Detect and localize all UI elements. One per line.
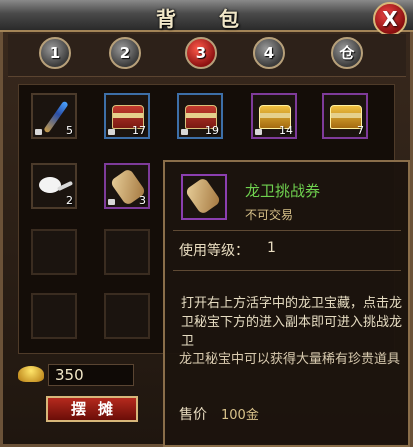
lock-icon: [35, 129, 42, 135]
level-value: 1: [267, 240, 276, 256]
scroll-icon: [184, 176, 222, 216]
item-count: 2: [66, 194, 73, 207]
divider: [173, 270, 401, 271]
inventory-slot-spoon[interactable]: 2: [31, 163, 77, 209]
tab-warehouse[interactable]: 仓: [331, 37, 363, 69]
inventory-slot-empty[interactable]: [31, 293, 77, 339]
item-count: 5: [66, 124, 73, 137]
level-label: 使用等级：: [179, 243, 249, 259]
inventory-slot-gold-chest[interactable]: 7: [322, 93, 368, 139]
gold-ingot-icon: [18, 366, 44, 382]
divider: [173, 230, 401, 231]
item-count: 7: [357, 124, 364, 137]
trade-status: 不可交易: [245, 208, 294, 222]
tab-bag-2[interactable]: 2: [109, 37, 141, 69]
window-title: 背 包: [156, 7, 257, 31]
tab-bag-3[interactable]: 3: [185, 37, 217, 69]
wand-icon: [43, 100, 69, 134]
bag-tabs: 1 2 3 4 仓: [8, 34, 406, 77]
inventory-slot-empty[interactable]: [104, 229, 150, 275]
item-description-extra: 龙卫秘宝中可以获得大量稀有珍贵道具: [179, 352, 401, 367]
item-count: 19: [205, 124, 219, 137]
inventory-slot-empty[interactable]: [31, 229, 77, 275]
item-count: 17: [132, 124, 146, 137]
item-count: 14: [279, 124, 293, 137]
title-bar: 背 包: [0, 0, 413, 32]
lock-icon: [255, 129, 262, 135]
close-button[interactable]: X: [373, 2, 407, 36]
price-value: 100金: [221, 408, 259, 423]
inventory-slot-red-chest[interactable]: 19: [177, 93, 223, 139]
lock-icon: [181, 129, 188, 135]
item-name: 龙卫挑战券: [245, 182, 321, 200]
inventory-slot-red-chest[interactable]: 17: [104, 93, 150, 139]
inventory-slot-empty[interactable]: [104, 293, 150, 339]
price-label: 售价: [179, 407, 207, 423]
item-count: 3: [139, 194, 146, 207]
tab-bag-1[interactable]: 1: [39, 37, 71, 69]
inventory-slot-gold-chest[interactable]: 14: [251, 93, 297, 139]
stall-button[interactable]: 摆摊: [46, 396, 138, 422]
item-description: 打开右上方活字中的龙卫宝藏，点击龙卫秘宝下方的进入副本即可进入挑战龙卫: [181, 296, 403, 349]
lock-icon: [108, 129, 115, 135]
item-tooltip: 龙卫挑战券 不可交易 使用等级： 1 打开右上方活字中的龙卫宝藏，点击龙卫秘宝下…: [163, 160, 410, 447]
inventory-slot-scroll[interactable]: 3: [104, 163, 150, 209]
lock-icon: [108, 199, 115, 205]
inventory-slot-wand[interactable]: 5: [31, 93, 77, 139]
gold-amount: 350: [48, 364, 134, 386]
tab-bag-4[interactable]: 4: [253, 37, 285, 69]
tooltip-item-frame: [181, 174, 227, 220]
